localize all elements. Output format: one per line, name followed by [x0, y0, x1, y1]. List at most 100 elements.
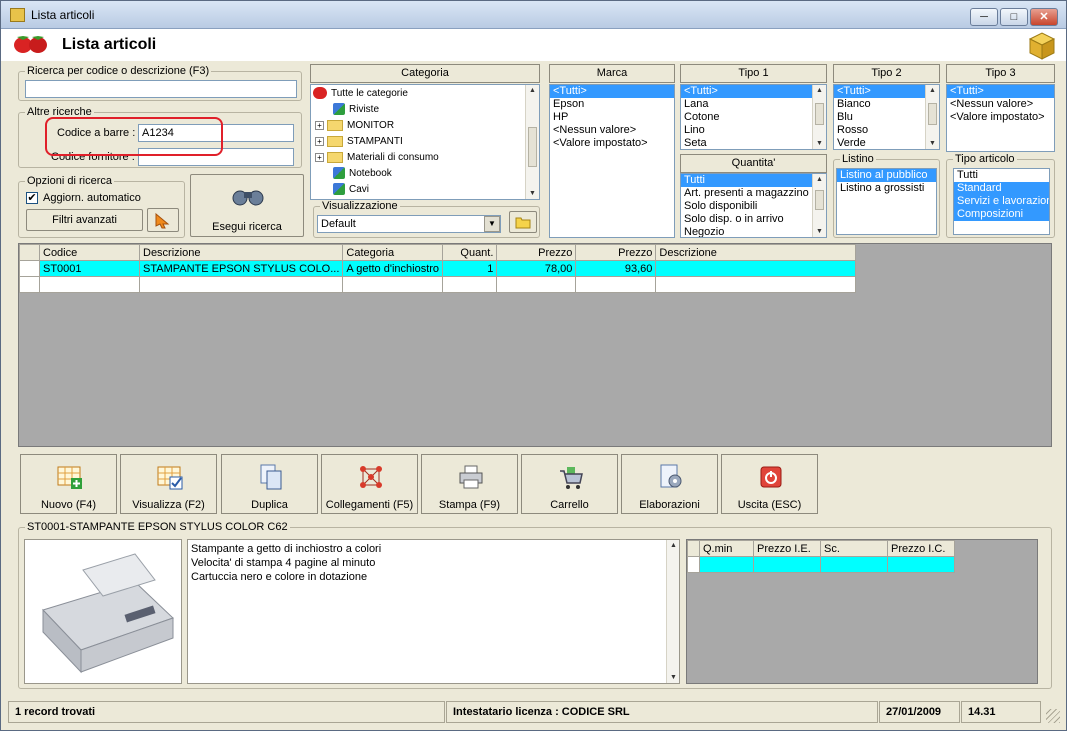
row-selector[interactable] [687, 556, 700, 573]
minimize-button[interactable]: ─ [970, 8, 998, 26]
scroll-thumb[interactable] [815, 103, 824, 125]
expand-icon[interactable]: + [315, 120, 324, 130]
column-header[interactable]: Prezzo [575, 244, 657, 261]
auto-update-checkbox[interactable]: ✔ [26, 192, 38, 204]
title-bar[interactable]: Lista articoli ─ □ ✕ [1, 1, 1066, 29]
column-header[interactable]: Quant. [442, 244, 498, 261]
cart-button[interactable]: Carrello [521, 454, 618, 514]
list-item[interactable]: <Tutti> [834, 85, 939, 98]
product-notes[interactable]: Stampante a getto di inchiostro a colori… [187, 539, 680, 684]
category-scrollbar[interactable]: ▲ ▼ [525, 85, 539, 199]
exit-button[interactable]: Uscita (ESC) [721, 454, 818, 514]
close-button[interactable]: ✕ [1030, 8, 1058, 26]
column-header[interactable]: Categoria [342, 244, 444, 261]
brand-list[interactable]: <Tutti> Epson HP <Nessun valore> <Valore… [549, 84, 675, 238]
scroll-thumb[interactable] [928, 103, 937, 125]
tree-item-materiali[interactable]: + Materiali di consumo [315, 150, 439, 166]
links-button[interactable]: Collegamenti (F5) [321, 454, 418, 514]
view-button[interactable]: Visualizza (F2) [120, 454, 217, 514]
list-item[interactable]: Listino al pubblico [837, 169, 936, 182]
tree-item-riviste[interactable]: Riviste [333, 102, 379, 118]
articles-grid[interactable]: Codice Descrizione Categoria Quant. Prez… [18, 243, 1052, 447]
expand-icon[interactable]: + [315, 136, 324, 146]
column-header[interactable]: Prezzo [496, 244, 577, 261]
quantity-list[interactable]: Tutti Art. presenti a magazzino Solo dis… [680, 173, 827, 238]
scroll-up-icon[interactable]: ▲ [529, 87, 536, 94]
scroll-down-icon[interactable]: ▼ [816, 140, 823, 147]
quantity-scrollbar[interactable]: ▲ ▼ [812, 174, 826, 237]
list-item[interactable]: Standard [954, 182, 1049, 195]
type1-scrollbar[interactable]: ▲ ▼ [812, 85, 826, 149]
list-item[interactable]: Epson [550, 98, 674, 111]
row-selector[interactable] [19, 260, 40, 277]
column-header[interactable]: Codice [39, 244, 140, 261]
price-grid[interactable]: Q.min Prezzo I.E. Sc. Prezzo I.C. [686, 539, 1038, 684]
run-search-button[interactable]: Esegui ricerca [190, 174, 304, 237]
column-header[interactable]: Descrizione [138, 244, 344, 261]
scroll-down-icon[interactable]: ▼ [929, 140, 936, 147]
category-tree[interactable]: Tutte le categorie Riviste + MONITOR + STA… [310, 84, 540, 200]
expand-icon[interactable]: + [315, 152, 324, 162]
tree-item-all-categories[interactable]: Tutte le categorie [313, 86, 408, 102]
scroll-up-icon[interactable]: ▲ [816, 176, 823, 183]
scroll-thumb[interactable] [528, 127, 537, 167]
tree-item-notebook[interactable]: Notebook [333, 166, 392, 182]
list-item[interactable]: Solo disponibili [681, 200, 826, 213]
column-header[interactable]: Prezzo I.C. [887, 540, 955, 557]
code-desc-input[interactable] [25, 80, 297, 98]
scroll-down-icon[interactable]: ▼ [529, 190, 536, 197]
column-header[interactable]: Sc. [820, 540, 888, 557]
list-item[interactable]: <Tutti> [550, 85, 674, 98]
column-header[interactable]: Prezzo I.E. [753, 540, 821, 557]
list-item[interactable]: <Valore impostato> [947, 111, 1054, 124]
list-item[interactable]: Seta [681, 137, 826, 149]
type2-list[interactable]: <Tutti> Bianco Blu Rosso Verde ▲ ▼ [833, 84, 940, 150]
column-header[interactable]: Q.min [699, 540, 754, 557]
resize-grip-icon[interactable] [1046, 709, 1060, 723]
list-item[interactable]: Lino [681, 124, 826, 137]
type2-scrollbar[interactable]: ▲ ▼ [925, 85, 939, 149]
list-item[interactable]: Composizioni [954, 208, 1049, 221]
list-item[interactable]: <Nessun valore> [947, 98, 1054, 111]
list-item[interactable]: <Tutti> [681, 85, 826, 98]
list-item[interactable]: Blu [834, 111, 939, 124]
process-button[interactable]: Elaborazioni [621, 454, 718, 514]
view-dropdown-icon[interactable]: ▼ [484, 216, 500, 232]
scroll-down-icon[interactable]: ▼ [670, 674, 677, 681]
table-row[interactable]: ST0001 STAMPANTE EPSON STYLUS COLO... A … [19, 260, 857, 277]
list-item[interactable]: Rosso [834, 124, 939, 137]
type1-list[interactable]: <Tutti> Lana Cotone Lino Seta ▲ ▼ [680, 84, 827, 150]
list-item[interactable]: Bianco [834, 98, 939, 111]
duplicate-button[interactable]: Duplica [221, 454, 318, 514]
scroll-up-icon[interactable]: ▲ [816, 87, 823, 94]
price-row[interactable] [687, 556, 955, 573]
column-header[interactable]: Descrizione [655, 244, 857, 261]
list-item[interactable]: <Tutti> [947, 85, 1054, 98]
table-row-empty[interactable] [19, 276, 857, 293]
open-folder-button[interactable] [509, 211, 537, 233]
list-item[interactable]: Solo disp. o in arrivo [681, 213, 826, 226]
notes-scrollbar[interactable]: ▲ ▼ [666, 540, 679, 683]
list-item[interactable]: HP [550, 111, 674, 124]
list-item[interactable]: Tutti [954, 169, 1049, 182]
view-select[interactable]: Default [317, 215, 501, 233]
list-item[interactable]: Verde [834, 137, 939, 149]
type3-list[interactable]: <Tutti> <Nessun valore> <Valore impostat… [946, 84, 1055, 152]
maximize-button[interactable]: □ [1000, 8, 1028, 26]
list-item[interactable]: Art. presenti a magazzino [681, 187, 826, 200]
scroll-thumb[interactable] [815, 190, 824, 210]
new-button[interactable]: Nuovo (F4) [20, 454, 117, 514]
list-item[interactable]: Lana [681, 98, 826, 111]
tree-item-monitor[interactable]: + MONITOR [315, 118, 394, 134]
list-item[interactable]: Servizi e lavorazioni [954, 195, 1049, 208]
advanced-filters-button[interactable]: Filtri avanzati [26, 209, 143, 231]
print-button[interactable]: Stampa (F9) [421, 454, 518, 514]
list-item[interactable]: Listino a grossisti [837, 182, 936, 195]
scroll-down-icon[interactable]: ▼ [816, 228, 823, 235]
price-list[interactable]: Listino al pubblico Listino a grossisti [836, 168, 937, 235]
list-item[interactable]: Cotone [681, 111, 826, 124]
list-item[interactable]: <Nessun valore> [550, 124, 674, 137]
tree-item-cavi[interactable]: Cavi [333, 182, 369, 198]
list-item[interactable]: Tutti [681, 174, 826, 187]
item-type-list[interactable]: Tutti Standard Servizi e lavorazioni Com… [953, 168, 1050, 235]
